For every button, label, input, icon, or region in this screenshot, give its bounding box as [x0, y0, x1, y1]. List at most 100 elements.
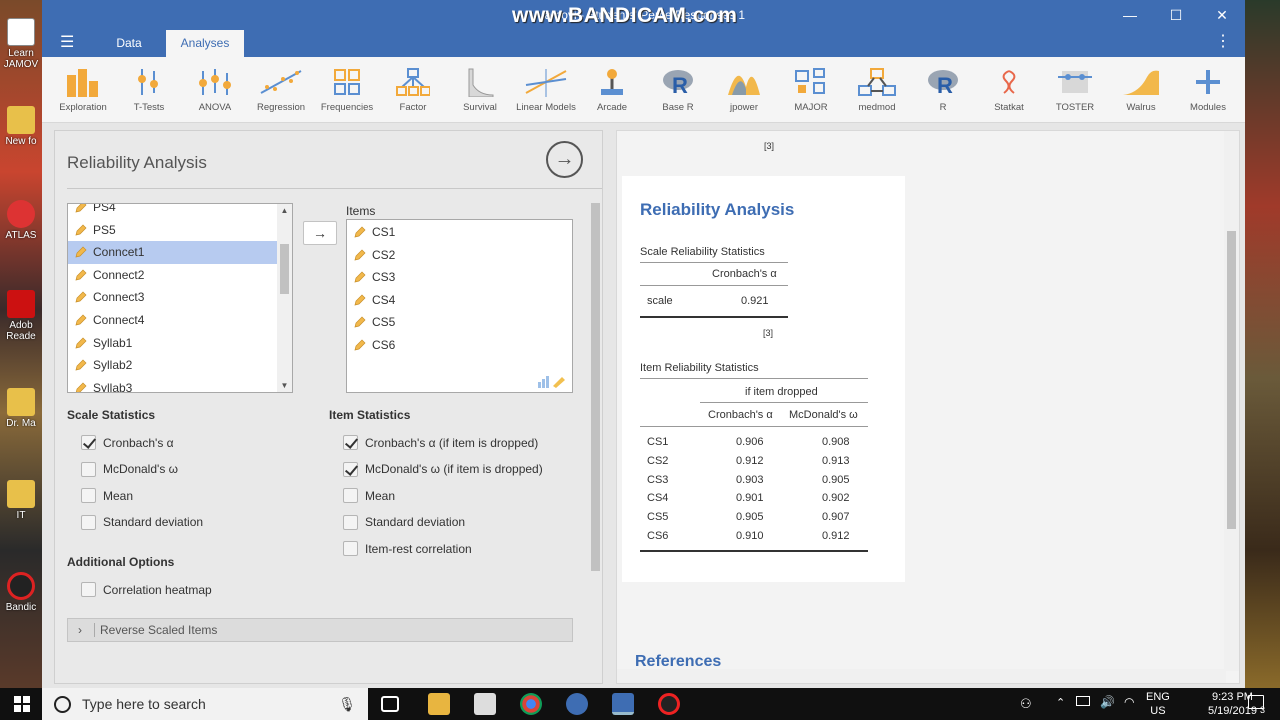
wifi-icon[interactable]: ◠: [1124, 695, 1134, 709]
desktop-icon-dr-ma[interactable]: Dr. Ma: [0, 388, 42, 429]
scale-stat-checkbox-2[interactable]: Mean: [81, 488, 133, 503]
chrome-icon[interactable]: [520, 693, 542, 715]
source-var-conncet1[interactable]: Conncet1: [68, 241, 292, 264]
jamovi-taskbar-icon[interactable]: [566, 693, 588, 715]
ribbon-linear-models-button[interactable]: Linear Models: [513, 65, 579, 113]
more-options-icon[interactable]: ⋮: [1215, 34, 1231, 50]
windows-start-icon[interactable]: [14, 696, 30, 712]
additional-option-checkbox-0[interactable]: Correlation heatmap: [81, 582, 212, 597]
volume-icon[interactable]: 🔊: [1100, 695, 1115, 709]
source-var-connect4[interactable]: Connect4: [68, 309, 292, 332]
source-var-connect2[interactable]: Connect2: [68, 264, 292, 287]
task-view-icon[interactable]: [381, 696, 399, 712]
ribbon-survival-button[interactable]: Survival: [447, 65, 513, 113]
ribbon-statkat-button[interactable]: Statkat: [976, 65, 1042, 113]
source-var-syllab2[interactable]: Syllab2: [68, 354, 292, 377]
checkbox-unchecked-icon[interactable]: [81, 582, 96, 597]
reverse-scaled-items-section[interactable]: › Reverse Scaled Items: [67, 618, 573, 642]
desktop-icon-adobe-reader[interactable]: Adob Reade: [0, 290, 42, 342]
ribbon-factor-button[interactable]: Factor: [380, 65, 446, 113]
ribbon-base-r-button[interactable]: R Base R: [645, 65, 711, 113]
nominal-variable-icon: [354, 271, 366, 283]
ribbon-walrus-button[interactable]: Walrus: [1108, 65, 1174, 113]
ribbon-arcade-button[interactable]: Arcade: [579, 65, 645, 113]
jamovi-active-taskbar-icon[interactable]: [612, 693, 634, 715]
run-analysis-arrow-icon[interactable]: →: [546, 141, 583, 178]
source-list-scrollbar[interactable]: ▲ ▼: [277, 204, 292, 392]
checkbox-unchecked-icon[interactable]: [343, 488, 358, 503]
ribbon-modules-button[interactable]: Modules: [1175, 65, 1241, 113]
desktop-icon-bandicam[interactable]: Bandic: [0, 572, 42, 613]
source-var-connect3[interactable]: Connect3: [68, 286, 292, 309]
desktop-icon-new-folder[interactable]: New fo: [0, 106, 42, 147]
item-var-cs4[interactable]: CS4: [347, 289, 572, 312]
file-explorer-icon[interactable]: [428, 693, 450, 715]
ribbon-major-button[interactable]: MAJOR: [778, 65, 844, 113]
ribbon-jpower-button[interactable]: jpower: [711, 65, 777, 113]
item-stat-checkbox-2[interactable]: Mean: [343, 488, 395, 503]
item-var-cs1[interactable]: CS1: [347, 221, 572, 244]
item-stat-checkbox-4[interactable]: Item-rest correlation: [343, 541, 472, 556]
item-var-cs5[interactable]: CS5: [347, 311, 572, 334]
item-stat-checkbox-3[interactable]: Standard deviation: [343, 514, 465, 530]
item-var-cs6[interactable]: CS6: [347, 334, 572, 357]
tab-data[interactable]: Data: [102, 30, 156, 57]
scroll-up-icon[interactable]: ▲: [277, 206, 292, 215]
checkbox-unchecked-icon[interactable]: [81, 488, 96, 503]
ribbon-medmod-button[interactable]: medmod: [844, 65, 910, 113]
battery-icon[interactable]: [1076, 696, 1090, 706]
source-var-ps5[interactable]: PS5: [68, 219, 292, 242]
scroll-thumb[interactable]: [591, 203, 600, 571]
results-vertical-scrollbar[interactable]: [1224, 131, 1239, 671]
desktop-icon-learn-jamovi[interactable]: Learn JAMOV: [0, 18, 42, 70]
minimize-button[interactable]: —: [1107, 0, 1153, 30]
results-horizontal-scrollbar[interactable]: [617, 669, 1226, 683]
source-variables-list[interactable]: PS4 PS5 Conncet1 Connect2 Connect3 Connect4 Sy…: [67, 203, 293, 393]
checkbox-checked-icon[interactable]: [81, 435, 96, 450]
checkbox-checked-icon[interactable]: [343, 461, 358, 477]
ribbon-frequencies-button[interactable]: Frequencies: [314, 65, 380, 113]
checkbox-unchecked-icon[interactable]: [81, 461, 96, 477]
language-indicator[interactable]: ENG US: [1146, 690, 1170, 718]
move-to-items-button[interactable]: →: [303, 221, 337, 245]
bandicam-taskbar-icon[interactable]: [658, 693, 680, 715]
item-var-cs2[interactable]: CS2: [347, 244, 572, 267]
items-list[interactable]: CS1 CS2 CS3 CS4 CS5 CS6: [346, 219, 573, 393]
maximize-button[interactable]: ☐: [1153, 0, 1199, 30]
options-scrollbar[interactable]: [588, 191, 602, 683]
scroll-down-icon[interactable]: ▼: [277, 381, 292, 390]
desktop-icon-it[interactable]: IT: [0, 480, 42, 521]
item-stat-checkbox-0[interactable]: Cronbach's α (if item is dropped): [343, 435, 538, 450]
scale-stat-checkbox-0[interactable]: Cronbach's α: [81, 435, 174, 450]
checkbox-unchecked-icon[interactable]: [343, 541, 358, 556]
checkbox-unchecked-icon[interactable]: [81, 514, 96, 530]
scroll-thumb[interactable]: [1227, 231, 1236, 529]
scroll-thumb[interactable]: [280, 244, 289, 294]
scale-stat-checkbox-3[interactable]: Standard deviation: [81, 514, 203, 530]
ribbon-exploration-button[interactable]: Exploration: [50, 65, 116, 113]
nominal-variable-icon: [75, 269, 87, 281]
ribbon-regression-button[interactable]: Regression: [248, 65, 314, 113]
checkbox-unchecked-icon[interactable]: [343, 514, 358, 530]
source-var-ps4[interactable]: PS4: [68, 204, 292, 219]
ribbon-toster-button[interactable]: TOSTER: [1042, 65, 1108, 113]
scale-stat-checkbox-1[interactable]: McDonald's ω: [81, 461, 178, 477]
checkbox-label: Mean: [365, 488, 396, 503]
show-hidden-icons-icon[interactable]: ⌃: [1056, 696, 1065, 709]
microphone-icon[interactable]: 🎙: [338, 688, 356, 720]
checkbox-checked-icon[interactable]: [343, 435, 358, 450]
ribbon-r-button[interactable]: RR: [910, 65, 976, 113]
people-icon[interactable]: ⚇: [1020, 696, 1036, 712]
tab-analyses[interactable]: Analyses: [166, 30, 244, 57]
source-var-syllab1[interactable]: Syllab1: [68, 332, 292, 355]
ribbon-t-tests-button[interactable]: T-Tests: [116, 65, 182, 113]
close-button[interactable]: ✕: [1199, 0, 1245, 30]
item-stat-checkbox-1[interactable]: McDonald's ω (if item is dropped): [343, 461, 543, 477]
desktop-icon-atlas[interactable]: ATLAS: [0, 200, 42, 241]
mail-icon[interactable]: [474, 693, 496, 715]
ribbon-anova-button[interactable]: ANOVA: [182, 65, 248, 113]
hamburger-menu-icon[interactable]: ☰: [60, 35, 76, 51]
taskbar-search-box[interactable]: Type here to search 🎙: [42, 688, 368, 720]
source-var-syllab3[interactable]: Syllab3: [68, 377, 292, 392]
item-var-cs3[interactable]: CS3: [347, 266, 572, 289]
